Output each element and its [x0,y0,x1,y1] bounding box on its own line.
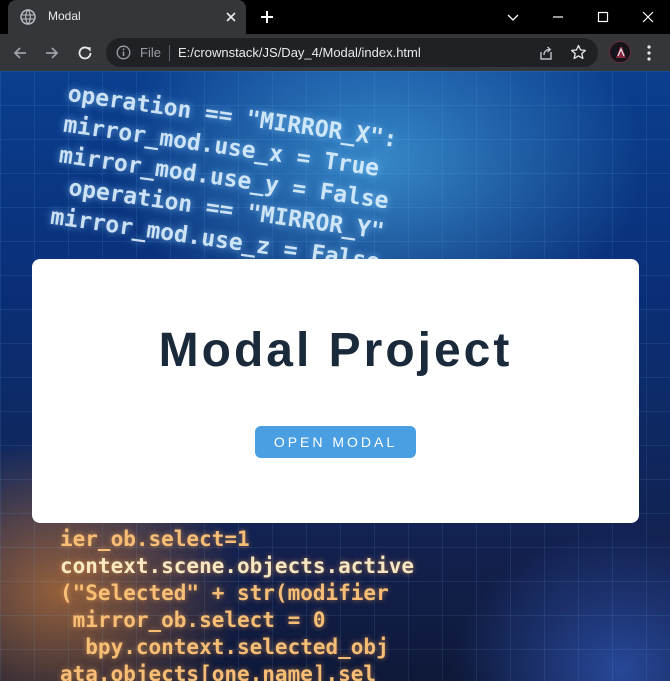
scheme-label: File [140,45,161,60]
tab-title: Modal [48,9,81,23]
title-bar: Modal [0,0,670,34]
url-text[interactable]: E:/crownstack/JS/Day_4/Modal/index.html [178,45,421,60]
profile-avatar[interactable] [609,41,631,63]
globe-icon [20,9,36,25]
modal-card: Modal Project OPEN MODAL [32,259,639,523]
star-icon[interactable] [570,44,587,61]
reload-button[interactable] [74,42,96,64]
open-modal-button[interactable]: OPEN MODAL [255,426,416,458]
new-tab-icon[interactable] [258,8,276,26]
kebab-menu-icon[interactable] [645,44,653,62]
browser-toolbar: File E:/crownstack/JS/Day_4/Modal/index.… [0,34,670,71]
address-bar[interactable]: File E:/crownstack/JS/Day_4/Modal/index.… [106,38,598,67]
reload-icon [78,46,92,60]
window-close-button[interactable] [625,0,670,34]
chevron-down-icon [507,14,519,21]
close-icon [642,11,654,23]
minimize-icon [553,16,563,18]
page-title: Modal Project [158,324,513,377]
info-icon[interactable] [116,45,131,60]
page-viewport: operation == "MIRROR_X": mirror_mod.use_… [0,71,670,681]
close-tab-icon[interactable] [224,10,238,24]
arrow-right-icon [46,47,59,59]
share-icon[interactable] [538,45,554,61]
forward-button[interactable] [41,42,63,64]
back-button[interactable] [9,42,31,64]
avatar-icon [610,42,630,62]
maximize-button[interactable] [580,0,626,34]
tab-search-button[interactable] [490,0,536,34]
browser-tab[interactable]: Modal [8,0,246,34]
arrow-left-icon [13,47,26,59]
minimize-button[interactable] [535,0,581,34]
maximize-icon [597,11,609,23]
address-divider [169,45,170,61]
